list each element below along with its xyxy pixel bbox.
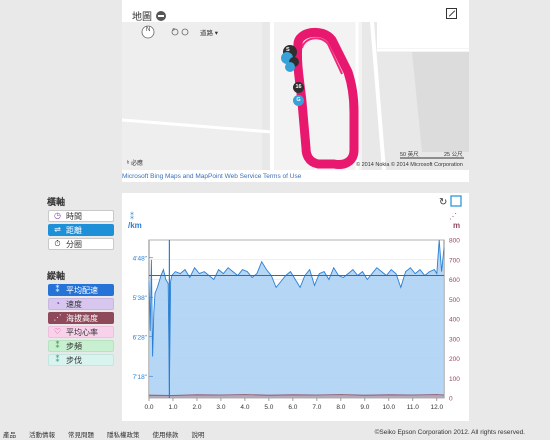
xaxis-option-distance[interactable]: ⇌ 距離 bbox=[48, 224, 114, 236]
right-tick-label: 400 bbox=[449, 317, 460, 324]
yaxis-option-heart-rate[interactable]: ♡ 平均心率 bbox=[48, 326, 114, 338]
zoom-icon[interactable] bbox=[450, 195, 462, 207]
x-tick-label: 6.0 bbox=[288, 404, 297, 411]
clock-icon: ◷ bbox=[54, 211, 61, 220]
xaxis-panel: 橫軸 ◷ 時間 ⇌ 距離 ⏱ 分圈 bbox=[47, 195, 114, 252]
pace-altitude-chart[interactable]: ⁑ /km ⋰ m ↻ 800 700 600 500 400 300 200 100 0 0.0… bbox=[122, 193, 469, 421]
footprint-icon: ⁑ bbox=[130, 211, 134, 221]
footer-link-privacy[interactable]: 隱私權政策 bbox=[107, 429, 140, 439]
left-tick-label: 7'18" bbox=[133, 374, 148, 381]
lap-marker[interactable]: 16 bbox=[293, 82, 304, 93]
distance-icon: ⇌ bbox=[54, 225, 61, 234]
footer-link-faq[interactable]: 常見問題 bbox=[68, 429, 94, 439]
bing-logo: ᵇ 必應 bbox=[127, 161, 143, 167]
right-axis-label: m bbox=[453, 221, 460, 230]
right-tick-label: 0 bbox=[449, 396, 453, 403]
yaxis-option-label: 速度 bbox=[66, 299, 82, 309]
footprint-icon: ⁑ bbox=[55, 355, 60, 364]
yaxis-option-pace[interactable]: ⁑ 平均配速 bbox=[48, 284, 114, 296]
x-tick-label: 5.0 bbox=[264, 404, 273, 411]
left-axis-label: /km bbox=[128, 221, 142, 230]
x-tick-label: 10.0 bbox=[383, 404, 396, 411]
xaxis-option-time[interactable]: ◷ 時間 bbox=[48, 210, 114, 222]
left-tick-label: 4'48" bbox=[133, 255, 148, 262]
stopwatch-icon: ⏱ bbox=[54, 239, 61, 248]
map-terms-link[interactable]: Microsoft Bing Maps and MapPoint Web Ser… bbox=[122, 173, 301, 180]
map-scale-right: 25 公尺 bbox=[444, 152, 463, 158]
right-tick-label: 500 bbox=[449, 297, 460, 304]
x-tick-label: 7.0 bbox=[312, 404, 321, 411]
x-tick-label: 4.0 bbox=[240, 404, 249, 411]
x-tick-label: 0.0 bbox=[144, 404, 153, 411]
speed-icon: ◔ bbox=[55, 299, 60, 308]
altitude-icon: ⋰ bbox=[449, 212, 457, 221]
lap-marker-label: 16 bbox=[295, 84, 302, 90]
x-tick-label: 2.0 bbox=[192, 404, 201, 411]
compass-icon[interactable]: N bbox=[146, 27, 150, 33]
right-tick-label: 300 bbox=[449, 336, 460, 343]
x-tick-label: 11.0 bbox=[407, 404, 420, 411]
yaxis-option-stride[interactable]: ⁑ 步伐 bbox=[48, 354, 114, 366]
collapse-icon[interactable] bbox=[156, 10, 166, 21]
yaxis-option-speed[interactable]: ◔ 速度 bbox=[48, 298, 114, 310]
x-tick-label: 8.0 bbox=[336, 404, 345, 411]
yaxis-option-label: 海拔高度 bbox=[66, 313, 98, 323]
goal-marker[interactable]: G bbox=[293, 95, 304, 106]
map-copyright: © 2014 Nokia © 2014 Microsoft Corporatio… bbox=[356, 162, 463, 168]
map-scale-left: 50 英尺 bbox=[400, 152, 419, 158]
x-tick-label: 1.0 bbox=[168, 404, 177, 411]
xaxis-title: 橫軸 bbox=[47, 197, 66, 207]
right-tick-label: 200 bbox=[449, 356, 460, 363]
footprint-icon: ⁑ bbox=[55, 341, 60, 350]
footer-link-help[interactable]: 說明 bbox=[192, 429, 205, 439]
left-tick-label: 5'38" bbox=[133, 295, 148, 302]
footer: 產品 活動情報 常見問題 隱私權政策 使用條款 說明 ©Seiko Epson … bbox=[0, 425, 550, 440]
map-type-select[interactable]: 道路 ▾ bbox=[200, 27, 218, 37]
heart-icon: ♡ bbox=[53, 327, 62, 336]
map-type-label: 道路 bbox=[200, 30, 213, 37]
map-header: 地圖 bbox=[132, 8, 166, 23]
yaxis-option-label: 平均心率 bbox=[66, 327, 98, 337]
xaxis-option-label: 分圈 bbox=[66, 239, 82, 249]
goal-marker-label: G bbox=[296, 97, 301, 103]
yaxis-option-label: 步伐 bbox=[66, 355, 82, 365]
yaxis-option-label: 步頻 bbox=[66, 341, 82, 351]
refresh-icon[interactable]: ↻ bbox=[439, 197, 447, 208]
right-tick-label: 700 bbox=[449, 257, 460, 264]
altitude-icon: ⋰ bbox=[53, 313, 62, 322]
bing-label: 必應 bbox=[130, 161, 143, 167]
yaxis-title: 縱軸 bbox=[47, 271, 66, 281]
right-tick-label: 800 bbox=[449, 238, 460, 245]
yaxis-option-label: 平均配速 bbox=[66, 285, 98, 295]
xaxis-option-label: 距離 bbox=[66, 225, 82, 235]
right-tick-label: 100 bbox=[449, 376, 460, 383]
xaxis-option-lap[interactable]: ⏱ 分圈 bbox=[48, 238, 114, 250]
yaxis-option-altitude[interactable]: ⋰ 海拔高度 bbox=[48, 312, 114, 324]
footer-copyright: ©Seiko Epson Corporation 2012. All right… bbox=[374, 429, 525, 436]
map-panel: 地圖 N ⌕ 道路 ▾ S 16 G ᵇ 必應 50 英尺 25 公尺 © 20… bbox=[122, 0, 469, 182]
footprint-icon: ⁑ bbox=[55, 285, 60, 294]
yaxis-option-cadence[interactable]: ⁑ 步頻 bbox=[48, 340, 114, 352]
start-marker[interactable]: S bbox=[286, 47, 290, 53]
map-view[interactable]: N ⌕ 道路 ▾ S 16 G ᵇ 必應 50 英尺 25 公尺 © 2014 … bbox=[122, 22, 469, 170]
right-tick-label: 600 bbox=[449, 277, 460, 284]
x-tick-label: 12.0 bbox=[430, 404, 443, 411]
footer-link-events[interactable]: 活動情報 bbox=[29, 429, 55, 439]
xaxis-option-label: 時間 bbox=[66, 211, 82, 221]
left-tick-label: 6'28" bbox=[133, 334, 148, 341]
fullscreen-icon[interactable] bbox=[446, 8, 457, 19]
footer-link-products[interactable]: 產品 bbox=[3, 429, 16, 439]
search-icon[interactable]: ⌕ bbox=[172, 27, 175, 34]
yaxis-panel: 縱軸 ⁑ 平均配速 ◔ 速度 ⋰ 海拔高度 ♡ 平均心率 ⁑ 步頻 ⁑ 步伐 bbox=[47, 269, 114, 368]
x-tick-label: 9.0 bbox=[360, 404, 369, 411]
chart-panel: ⁑ /km ⋰ m ↻ 800 700 600 500 400 300 200 100 0 0.0… bbox=[122, 193, 469, 421]
x-tick-label: 3.0 bbox=[216, 404, 225, 411]
footer-link-terms[interactable]: 使用條款 bbox=[153, 429, 179, 439]
map-title: 地圖 bbox=[132, 12, 152, 23]
